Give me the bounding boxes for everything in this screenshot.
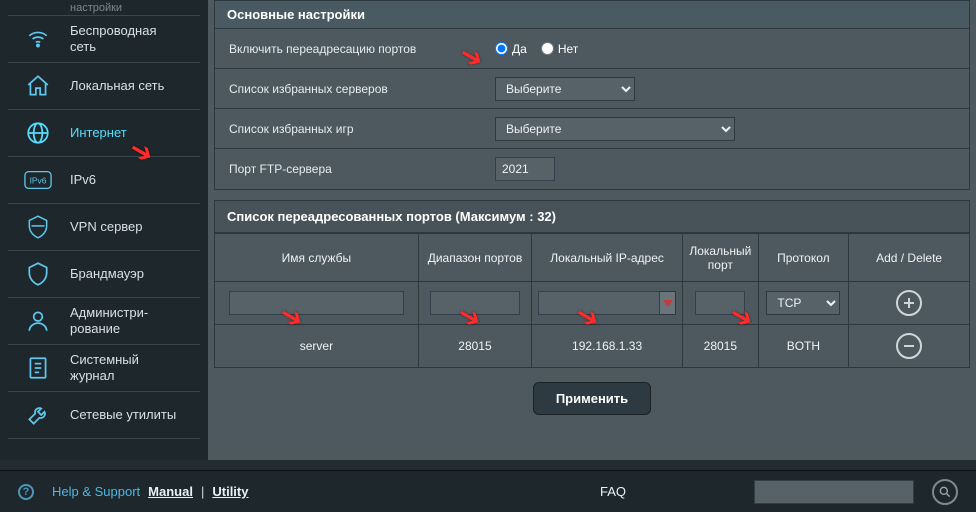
- cell-port-range: 28015: [418, 325, 531, 368]
- row-ftp-port: Порт FTP-сервера: [215, 149, 969, 189]
- cell-local-port: 28015: [683, 325, 759, 368]
- ftp-port-input[interactable]: [495, 157, 555, 181]
- sidebar-item-syslog[interactable]: Системный журнал: [8, 345, 200, 392]
- port-input-row: TCP: [215, 282, 970, 325]
- cell-service-name: server: [215, 325, 419, 368]
- ip-dropdown-button[interactable]: [660, 291, 676, 315]
- help-support-label: Help & Support: [52, 484, 140, 499]
- sidebar-item-label: Сетевые утилиты: [70, 407, 176, 423]
- col-actions: Add / Delete: [849, 234, 970, 282]
- add-button[interactable]: [896, 290, 922, 316]
- input-port-range[interactable]: [430, 291, 520, 315]
- cell-protocol: BOTH: [758, 325, 849, 368]
- row-label: Порт FTP-сервера: [215, 152, 485, 186]
- sidebar-item-label: настройки: [70, 2, 122, 14]
- delete-button[interactable]: [896, 333, 922, 359]
- wifi-icon: [24, 25, 52, 53]
- help-icon: ?: [18, 484, 34, 500]
- panel-title: Основные настройки: [214, 0, 970, 29]
- sidebar-item-label: Брандмауэр: [70, 266, 144, 282]
- sidebar-item-truncated: настройки: [8, 0, 200, 16]
- main-panel: Основные настройки Включить переадресаци…: [208, 0, 976, 460]
- wrench-icon: [24, 401, 52, 429]
- utility-link[interactable]: Utility: [212, 484, 248, 499]
- sidebar-item-ipv6[interactable]: IPv6 IPv6: [8, 157, 200, 204]
- radio-yes-input[interactable]: [495, 42, 508, 55]
- user-icon: [24, 307, 52, 335]
- vpn-icon: [24, 213, 52, 241]
- shield-icon: [24, 260, 52, 288]
- port-section-header: Список переадресованных портов (Максимум…: [214, 200, 970, 233]
- footer: ? Help & Support Manual | Utility FAQ: [0, 470, 976, 512]
- home-icon: [24, 72, 52, 100]
- row-enable-port-forward: Включить переадресацию портов Да Нет: [215, 29, 969, 69]
- svg-text:IPv6: IPv6: [30, 176, 47, 186]
- radio-yes-label: Да: [512, 42, 527, 56]
- ipv6-icon: IPv6: [24, 166, 52, 194]
- input-local-port[interactable]: [695, 291, 745, 315]
- globe-icon: [24, 119, 52, 147]
- apply-button[interactable]: Применить: [533, 382, 651, 415]
- input-protocol[interactable]: TCP: [766, 291, 840, 315]
- col-service-name: Имя службы: [215, 234, 419, 282]
- row-fav-servers: Список избранных серверов Выберите: [215, 69, 969, 109]
- sidebar-item-label: Беспроводная сеть: [70, 23, 157, 54]
- radio-no-label: Нет: [558, 42, 578, 56]
- footer-search-input[interactable]: [754, 480, 914, 504]
- sidebar-item-internet[interactable]: Интернет: [8, 110, 200, 157]
- input-service-name[interactable]: [229, 291, 405, 315]
- fav-servers-select[interactable]: Выберите: [495, 77, 635, 101]
- sidebar-item-label: Администри- рование: [70, 305, 148, 336]
- faq-link[interactable]: FAQ: [600, 484, 626, 499]
- sidebar-item-admin[interactable]: Администри- рование: [8, 298, 200, 345]
- sidebar-item-label: IPv6: [70, 172, 96, 188]
- footer-search-button[interactable]: [932, 479, 958, 505]
- sidebar-item-vpn[interactable]: VPN сервер: [8, 204, 200, 251]
- sidebar: настройки Беспроводная сеть Локальная се…: [0, 0, 208, 460]
- sidebar-item-label: VPN сервер: [70, 219, 143, 235]
- port-data-row: server 28015 192.168.1.33 28015 BOTH: [215, 325, 970, 368]
- sidebar-item-firewall[interactable]: Брандмауэр: [8, 251, 200, 298]
- sidebar-item-nettools[interactable]: Сетевые утилиты: [8, 392, 200, 439]
- sidebar-item-lan[interactable]: Локальная сеть: [8, 63, 200, 110]
- row-label: Список избранных серверов: [215, 72, 485, 106]
- fav-games-select[interactable]: Выберите: [495, 117, 735, 141]
- row-label: Включить переадресацию портов: [215, 32, 485, 66]
- input-local-ip[interactable]: [538, 291, 660, 315]
- col-protocol: Протокол: [758, 234, 849, 282]
- footer-separator: |: [201, 484, 204, 499]
- sidebar-item-label: Локальная сеть: [70, 78, 164, 94]
- sidebar-item-label: Системный журнал: [70, 352, 139, 383]
- row-label: Список избранных игр: [215, 112, 485, 146]
- radio-no-input[interactable]: [541, 42, 554, 55]
- sidebar-item-wireless[interactable]: Беспроводная сеть: [8, 16, 200, 63]
- manual-link[interactable]: Manual: [148, 484, 193, 499]
- col-local-port: Локальный порт: [683, 234, 759, 282]
- sidebar-item-label: Интернет: [70, 125, 127, 141]
- radio-yes[interactable]: Да: [495, 42, 527, 56]
- cell-local-ip: 192.168.1.33: [532, 325, 683, 368]
- col-port-range: Диапазон портов: [418, 234, 531, 282]
- port-forward-table: Имя службы Диапазон портов Локальный IP-…: [214, 233, 970, 368]
- row-fav-games: Список избранных игр Выберите: [215, 109, 969, 149]
- journal-icon: [24, 354, 52, 382]
- radio-no[interactable]: Нет: [541, 42, 578, 56]
- col-local-ip: Локальный IP-адрес: [532, 234, 683, 282]
